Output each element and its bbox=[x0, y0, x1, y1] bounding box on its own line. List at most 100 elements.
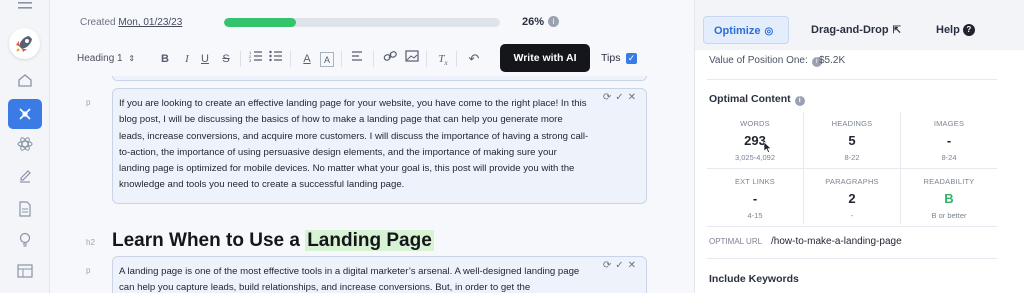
refresh-icon[interactable]: ⟳ bbox=[603, 260, 615, 271]
divider bbox=[707, 258, 997, 259]
stat-range: - bbox=[850, 211, 854, 220]
divider bbox=[707, 79, 997, 80]
toolbar-divider bbox=[426, 51, 427, 67]
toolbar-divider bbox=[290, 51, 291, 67]
svg-text:3: 3 bbox=[249, 58, 252, 62]
tab-optimize[interactable]: Optimize ◎ bbox=[703, 16, 789, 44]
created-date-value: Mon, 01/23/23 bbox=[118, 17, 183, 28]
stat-range: 8-22 bbox=[844, 153, 860, 162]
align-icon[interactable] bbox=[350, 50, 364, 68]
stat-value: - bbox=[752, 191, 758, 206]
layout-icon[interactable] bbox=[13, 259, 37, 283]
accept-icon[interactable]: ✓ bbox=[615, 260, 627, 271]
font-color-button[interactable]: A bbox=[300, 50, 314, 68]
content-score-progress bbox=[224, 18, 500, 27]
optimal-url-label: OPTIMAL URL bbox=[709, 237, 763, 246]
block-controls: ⟳✓✕ bbox=[603, 92, 640, 103]
optimal-content-title: Optimal Content i bbox=[709, 93, 805, 106]
paragraph-text[interactable]: A landing page is one of the most effect… bbox=[119, 264, 589, 293]
stat-value: 5 bbox=[848, 133, 856, 148]
heading-select[interactable]: Heading 1 ⇕ bbox=[77, 53, 135, 64]
stat-value: B bbox=[944, 191, 954, 206]
toolbar-divider bbox=[456, 51, 457, 67]
include-keywords-title: Include Keywords bbox=[709, 273, 799, 285]
menu-icon[interactable] bbox=[18, 2, 32, 10]
ordered-list-icon[interactable]: 123 bbox=[249, 50, 263, 68]
stat-label: READABILITY bbox=[923, 177, 975, 186]
paragraph-text[interactable]: If you are looking to create an effectiv… bbox=[119, 96, 589, 194]
home-icon[interactable] bbox=[13, 68, 37, 92]
italic-button[interactable]: I bbox=[180, 50, 194, 68]
document-icon[interactable] bbox=[13, 197, 37, 221]
tips-checkbox[interactable]: ✓ bbox=[626, 53, 637, 64]
stat-label: HEADINGS bbox=[831, 119, 873, 128]
editor-tools-icon[interactable] bbox=[8, 99, 42, 129]
tab-help[interactable]: Help? bbox=[936, 16, 975, 44]
target-icon: ◎ bbox=[764, 26, 774, 37]
link-icon[interactable] bbox=[383, 50, 397, 68]
updown-chevron-icon: ⇕ bbox=[128, 54, 136, 63]
left-sidebar bbox=[0, 0, 50, 293]
created-date: Created Mon, 01/23/23 bbox=[80, 17, 182, 28]
stat-range: B or better bbox=[931, 211, 967, 220]
document-status-bar: Created Mon, 01/23/23 26% i bbox=[50, 0, 694, 42]
section-heading[interactable]: Learn When to Use a Landing Page bbox=[112, 230, 434, 252]
editor-canvas: p If you are looking to create an effect… bbox=[62, 76, 662, 293]
bullet-list-icon[interactable] bbox=[269, 50, 283, 68]
grid-divider bbox=[707, 168, 997, 169]
progress-info-icon[interactable]: i bbox=[548, 16, 559, 27]
mouse-cursor-icon bbox=[763, 140, 772, 158]
heading-select-value: Heading 1 bbox=[77, 53, 123, 64]
bold-button[interactable]: B bbox=[158, 50, 172, 68]
dismiss-icon[interactable]: ✕ bbox=[628, 92, 640, 103]
atom-icon[interactable] bbox=[13, 132, 37, 156]
app-window: Created Mon, 01/23/23 26% i Heading 1 ⇕ … bbox=[0, 0, 1024, 293]
block-tag-h2: h2 bbox=[86, 238, 95, 247]
block-controls: ⟳✓✕ bbox=[603, 260, 640, 271]
value-of-position-label: Value of Position One: bbox=[709, 55, 808, 66]
divider bbox=[707, 226, 997, 227]
question-icon: ? bbox=[962, 24, 975, 36]
toolbar-divider bbox=[373, 51, 374, 67]
block-tag-p: p bbox=[86, 266, 91, 275]
stat-readability: READABILITY B B or better bbox=[901, 168, 997, 226]
rocket-logo-icon[interactable] bbox=[9, 28, 40, 59]
stat-ext-links: EXT LINKS - 4-15 bbox=[707, 168, 803, 226]
heading-keyword-highlight: Landing Page bbox=[305, 230, 434, 251]
stat-value: - bbox=[946, 133, 952, 148]
formatting-toolbar: Heading 1 ⇕ B I U S 123 A A Tx ↶ Write w… bbox=[62, 42, 662, 76]
tab-help-label: Help bbox=[936, 24, 960, 36]
info-icon[interactable]: i bbox=[794, 96, 805, 106]
lightbulb-icon[interactable] bbox=[13, 228, 37, 252]
image-icon[interactable] bbox=[405, 50, 419, 68]
stat-value: 2 bbox=[848, 191, 856, 206]
value-of-position-amount: $5.2K bbox=[819, 55, 846, 66]
clear-format-button[interactable]: Tx bbox=[436, 50, 450, 68]
accept-icon[interactable]: ✓ bbox=[615, 92, 627, 103]
dismiss-icon[interactable]: ✕ bbox=[628, 260, 640, 271]
write-with-ai-button[interactable]: Write with AI bbox=[500, 44, 590, 72]
panel-tabs: Optimize ◎ Drag-and-Drop ⇱ Help? bbox=[695, 0, 1024, 50]
stat-paragraphs: PARAGRAPHS 2 - bbox=[804, 168, 900, 226]
created-label: Created bbox=[80, 17, 116, 28]
optimal-url-value: /how-to-make-a-landing-page bbox=[771, 236, 902, 247]
progress-percent: 26% bbox=[522, 16, 545, 28]
block-tag-p: p bbox=[86, 98, 91, 107]
underline-button[interactable]: U bbox=[198, 50, 212, 68]
paragraph-block[interactable]: If you are looking to create an effectiv… bbox=[112, 88, 647, 204]
paragraph-block[interactable]: A landing page is one of the most effect… bbox=[112, 256, 647, 293]
refresh-icon[interactable]: ⟳ bbox=[603, 92, 615, 103]
heading-text: Learn When to Use a bbox=[112, 230, 306, 251]
drag-icon: ⇱ bbox=[892, 25, 901, 36]
tab-drag-and-drop[interactable]: Drag-and-Drop ⇱ bbox=[811, 16, 901, 44]
stat-headings: HEADINGS 5 8-22 bbox=[804, 110, 900, 168]
stat-value: 293 bbox=[744, 133, 766, 148]
stat-range: 3,025-4,092 bbox=[734, 153, 776, 162]
value-of-position: Value of Position One: i bbox=[709, 55, 822, 67]
strikethrough-button[interactable]: S bbox=[219, 50, 233, 68]
undo-icon[interactable]: ↶ bbox=[467, 50, 481, 68]
stat-label: PARAGRAPHS bbox=[825, 177, 879, 186]
highlight-button[interactable]: A bbox=[320, 52, 334, 67]
pen-edit-icon[interactable] bbox=[13, 163, 37, 187]
optimize-panel: Optimize ◎ Drag-and-Drop ⇱ Help? Value of … bbox=[694, 0, 1024, 293]
